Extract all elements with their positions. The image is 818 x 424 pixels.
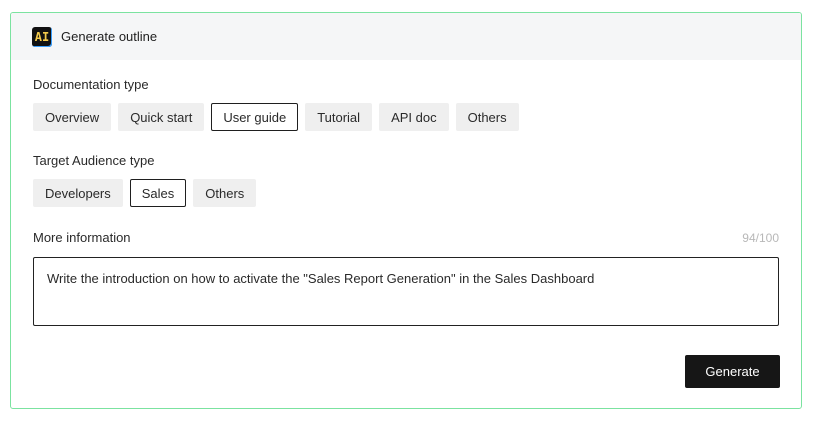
- generate-outline-card: AI Generate outline Documentation type O…: [10, 12, 802, 409]
- more-information-section: More information 94/100 Write the introd…: [33, 230, 779, 326]
- more-information-label: More information: [33, 230, 131, 245]
- doc-type-others[interactable]: Others: [455, 103, 519, 131]
- card-title: Generate outline: [61, 29, 158, 44]
- ai-icon: AI: [32, 26, 52, 47]
- card-header: AI Generate outline: [11, 13, 801, 60]
- generate-button[interactable]: Generate: [685, 355, 780, 388]
- character-counter: 94/100: [742, 230, 779, 245]
- documentation-type-label: Documentation type: [33, 77, 149, 92]
- doc-type-api-doc[interactable]: API doc: [379, 103, 449, 131]
- doc-type-quick-start[interactable]: Quick start: [118, 103, 205, 131]
- audience-developers[interactable]: Developers: [33, 179, 123, 207]
- more-information-header: More information 94/100: [33, 230, 779, 245]
- audience-type-label: Target Audience type: [33, 153, 155, 168]
- audience-others[interactable]: Others: [193, 179, 257, 207]
- audience-sales[interactable]: Sales: [129, 179, 187, 207]
- doc-type-overview[interactable]: Overview: [33, 103, 112, 131]
- audience-type-section: Target Audience type Developers Sales Ot…: [33, 153, 779, 207]
- doc-type-tutorial[interactable]: Tutorial: [305, 103, 373, 131]
- more-information-textarea[interactable]: Write the introduction on how to activat…: [33, 257, 779, 326]
- doc-type-user-guide[interactable]: User guide: [211, 103, 299, 131]
- audience-type-options: Developers Sales Others: [33, 179, 779, 207]
- documentation-type-options: Overview Quick start User guide Tutorial…: [33, 103, 779, 131]
- documentation-type-section: Documentation type Overview Quick start …: [33, 77, 779, 131]
